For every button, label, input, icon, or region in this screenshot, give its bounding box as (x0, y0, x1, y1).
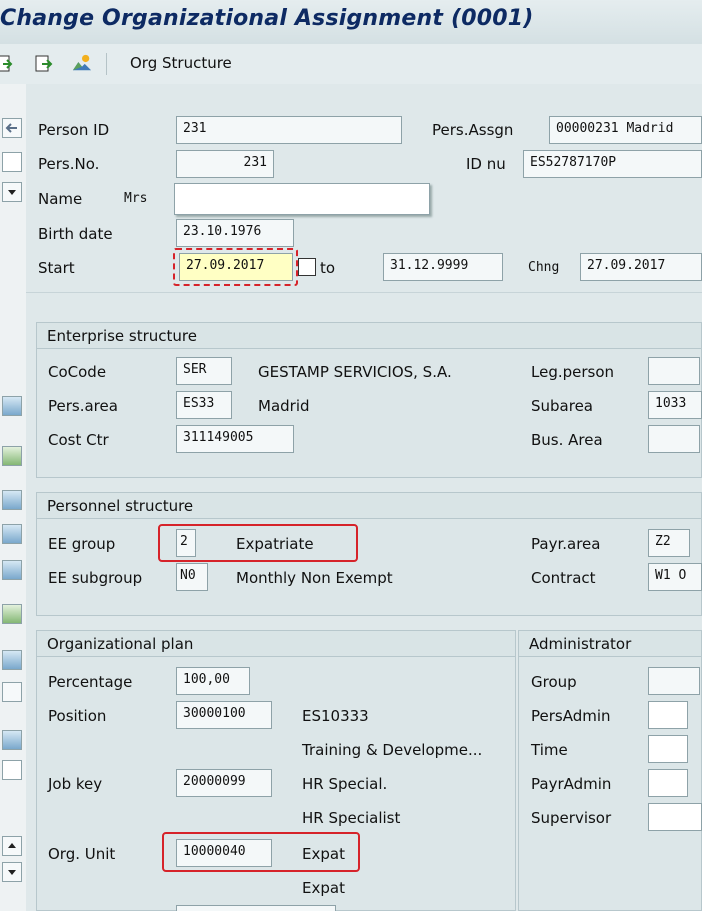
mountain-icon[interactable] (72, 53, 92, 73)
position-text: ES10333 (302, 707, 369, 725)
print-icon[interactable] (2, 650, 22, 670)
id-nu-field[interactable]: ES52787170P (523, 150, 702, 178)
start-label: Start (38, 259, 75, 277)
name-field[interactable] (174, 183, 430, 215)
chng-label: Chng (528, 260, 560, 275)
header-separator (26, 292, 702, 293)
export-icon[interactable] (2, 604, 22, 624)
contract-field[interactable]: W1 O (648, 563, 702, 591)
end-date-field[interactable]: 31.12.9999 (383, 253, 503, 281)
pers-no-field[interactable]: 231 (176, 150, 274, 178)
filter-list-icon[interactable] (2, 490, 22, 510)
more-icon[interactable] (2, 760, 22, 780)
personnel-structure-title: Personnel structure (37, 493, 701, 519)
id-nu-label: ID nu (466, 155, 506, 173)
subarea-label: Subarea (531, 397, 593, 415)
pers-assgn-field[interactable]: 00000231 Madrid (549, 116, 702, 144)
highlight-box-eegroup (158, 524, 358, 562)
persadmin-field[interactable] (648, 701, 688, 729)
application-toolbar: Org Structure (0, 44, 702, 85)
person-id-field[interactable]: 231 (176, 116, 402, 144)
costctr-label: Cost Ctr (48, 431, 109, 449)
calendar-icon[interactable] (2, 730, 22, 750)
payrarea-label: Payr.area (531, 535, 601, 553)
percentage-label: Percentage (48, 673, 133, 691)
scroll-down-icon[interactable] (2, 862, 22, 882)
eesub-label: EE subgroup (48, 569, 143, 587)
toolbar-separator (106, 53, 107, 75)
time-label: Time (531, 741, 568, 759)
organizational-plan-title: Organizational plan (37, 631, 515, 657)
scroll-up-icon[interactable] (2, 836, 22, 856)
position-description: Training & Developme... (302, 741, 483, 759)
jobkey-description: HR Specialist (302, 809, 401, 827)
copy-icon[interactable] (298, 258, 316, 276)
persadmin-label: PersAdmin (531, 707, 611, 725)
jobkey-field[interactable]: 20000099 (176, 769, 272, 797)
eesub-text: Monthly Non Exempt (236, 569, 393, 587)
enterprise-structure-group: Enterprise structure (36, 322, 702, 478)
next-row-field[interactable] (176, 905, 336, 911)
jobkey-label: Job key (48, 775, 103, 793)
cocode-text: GESTAMP SERVICIOS, S.A. (258, 363, 452, 381)
orgunit-description: Expat (302, 879, 345, 897)
payrarea-field[interactable]: Z2 (648, 529, 690, 557)
org-structure-button[interactable]: Org Structure (130, 54, 232, 72)
person-id-label: Person ID (38, 121, 110, 139)
position-field[interactable]: 30000100 (176, 701, 272, 729)
position-label: Position (48, 707, 107, 725)
pers-assgn-label: Pers.Assgn (432, 121, 514, 139)
supervisor-field[interactable] (648, 803, 702, 831)
eesub-field[interactable]: N0 (176, 563, 208, 591)
group-label: Group (531, 673, 577, 691)
sort-icon[interactable] (2, 524, 22, 544)
enterprise-structure-title: Enterprise structure (37, 323, 701, 349)
persarea-field[interactable]: ES33 (176, 391, 232, 419)
persarea-text: Madrid (258, 397, 310, 415)
arrow-left-icon[interactable] (2, 118, 22, 138)
payradmin-label: PayrAdmin (531, 775, 612, 793)
birth-date-field[interactable]: 23.10.1976 (176, 219, 294, 247)
title-bar: Change Organizational Assignment (0001) (0, 0, 702, 45)
list-icon[interactable] (2, 396, 22, 416)
next-icon[interactable] (34, 54, 54, 74)
jobkey-text: HR Special. (302, 775, 388, 793)
legperson-label: Leg.person (531, 363, 615, 381)
field-icon[interactable] (2, 152, 22, 172)
orgunit-label: Org. Unit (48, 845, 116, 863)
to-label: to (320, 259, 336, 277)
search-icon[interactable] (2, 446, 22, 466)
legperson-field[interactable] (648, 357, 700, 385)
highlight-box-orgunit (162, 832, 360, 872)
busarea-field[interactable] (648, 425, 700, 453)
contract-label: Contract (531, 569, 596, 587)
group-field[interactable] (648, 667, 700, 695)
dropdown-icon[interactable] (2, 182, 22, 202)
funnel-icon[interactable] (2, 560, 22, 580)
cocode-field[interactable]: SER (176, 357, 232, 385)
birth-date-label: Birth date (38, 225, 113, 243)
pers-no-label: Pers.No. (38, 155, 100, 173)
left-toolbar (0, 84, 27, 911)
payradmin-field[interactable] (648, 769, 688, 797)
time-field[interactable] (648, 735, 688, 763)
page-title: Change Organizational Assignment (0001) (0, 6, 534, 31)
busarea-label: Bus. Area (531, 431, 603, 449)
cocode-label: CoCode (48, 363, 107, 381)
administrator-title: Administrator (519, 631, 701, 657)
costctr-field[interactable]: 311149005 (176, 425, 294, 453)
back-icon[interactable] (0, 54, 14, 74)
eegroup-label: EE group (48, 535, 116, 553)
persarea-label: Pers.area (48, 397, 118, 415)
layout-icon[interactable] (2, 682, 22, 702)
chng-date-field[interactable]: 27.09.2017 (580, 253, 702, 281)
name-salutation: Mrs (124, 191, 148, 206)
start-date-field[interactable]: 27.09.2017 (179, 253, 293, 281)
personnel-structure-group: Personnel structure (36, 492, 702, 616)
name-label: Name (38, 190, 83, 208)
subarea-field[interactable]: 1033 (648, 391, 702, 419)
percentage-field[interactable]: 100,00 (176, 667, 250, 695)
supervisor-label: Supervisor (531, 809, 612, 827)
